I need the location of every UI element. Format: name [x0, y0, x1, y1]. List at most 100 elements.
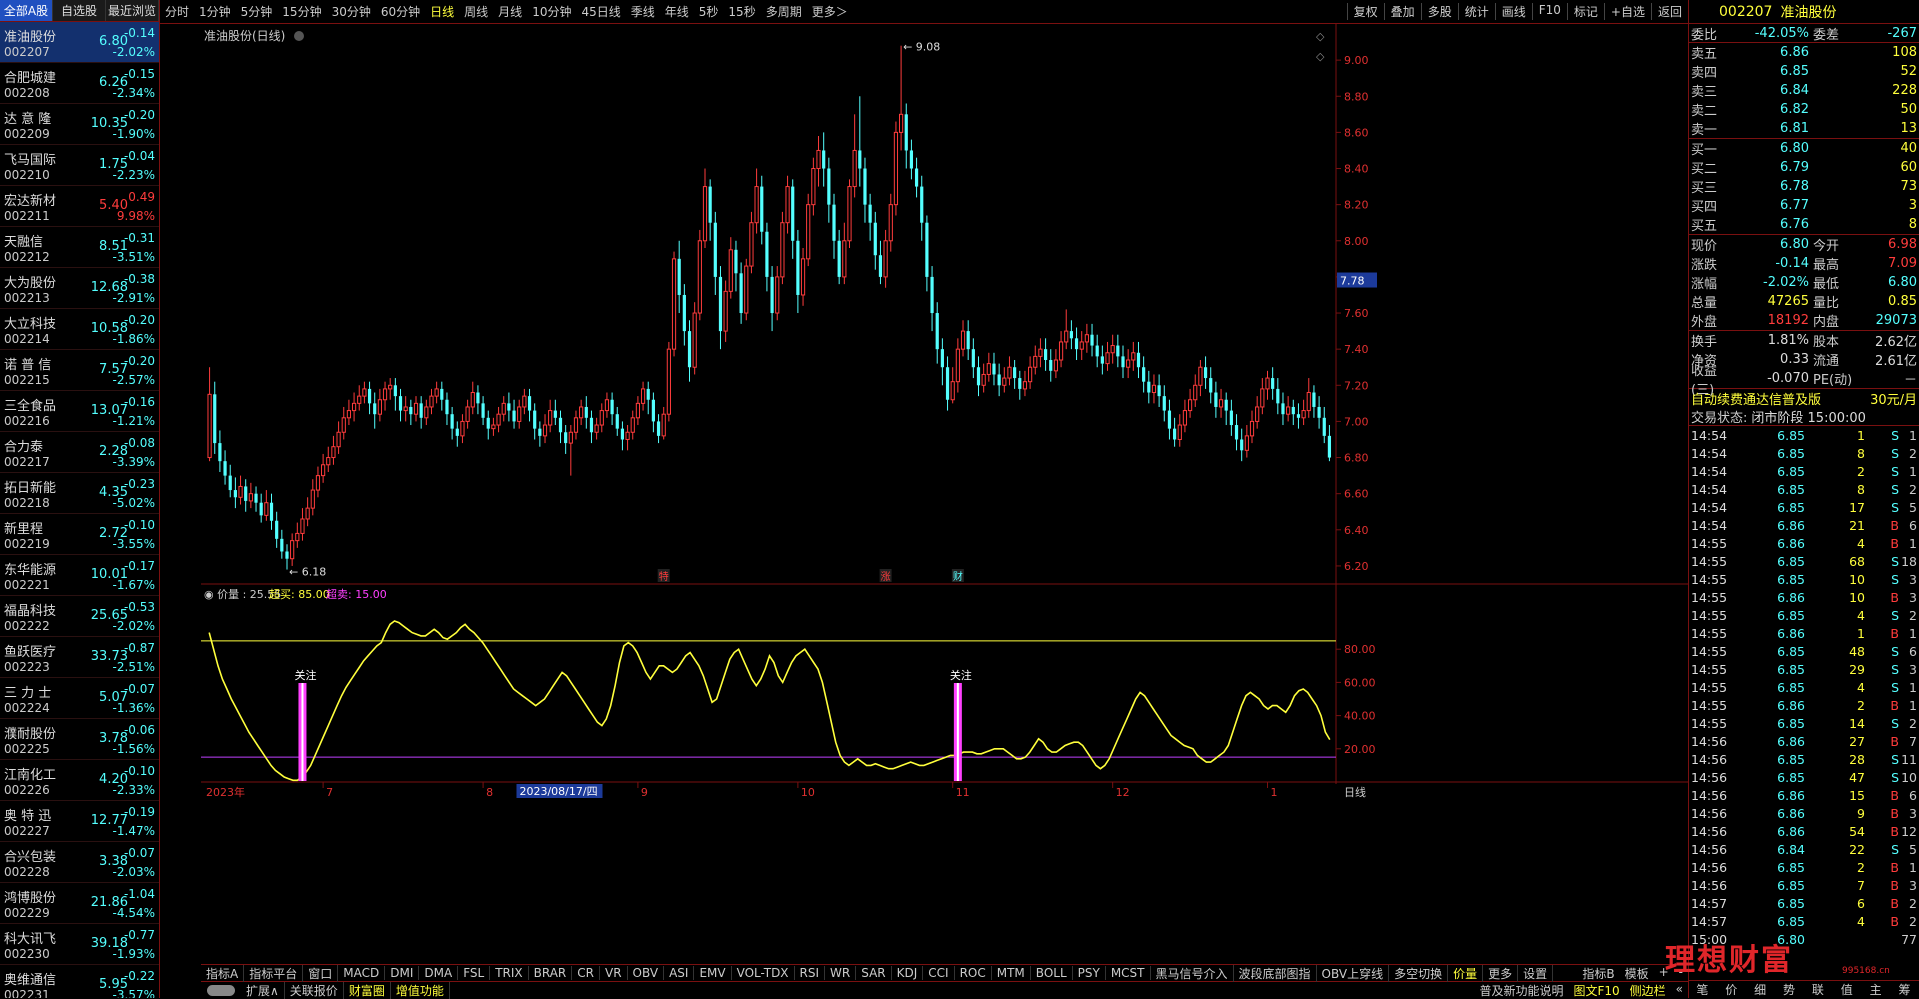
period-tab[interactable]: 5分钟 — [236, 3, 278, 20]
stock-row[interactable]: 诺 普 信 002215 7.57 -0.20 -2.57% — [0, 350, 159, 391]
quote-panel-tab[interactable]: 筹 — [1890, 981, 1919, 998]
stock-row[interactable]: 江南化工 002226 4.20 -0.10 -2.33% — [0, 760, 159, 801]
stock-row[interactable]: 飞马国际 002210 1.75 -0.04 -2.23% — [0, 145, 159, 186]
stock-row[interactable]: 鱼跃医疗 002223 33.73 -0.87 -2.51% — [0, 637, 159, 678]
stock-row[interactable]: 科大讯飞 002230 39.18 -0.77 -1.93% — [0, 924, 159, 965]
indicator-tab[interactable]: BRAR — [529, 966, 573, 980]
indicator-tab[interactable]: FSL — [458, 966, 491, 980]
extension-tab-right[interactable]: 侧边栏 — [1625, 982, 1671, 999]
ad-row[interactable]: 自动续费通达信普及版 30元/月 — [1689, 388, 1919, 408]
toolbar-button[interactable]: 统计 — [1457, 3, 1495, 20]
indicator-tab[interactable]: BOLL — [1031, 966, 1073, 980]
quote-panel-tab[interactable]: 联 — [1804, 981, 1833, 998]
indicator-tab[interactable]: ROC — [955, 966, 992, 980]
period-tab[interactable]: 季线 — [626, 3, 660, 20]
indicator-tab[interactable]: RSI — [795, 966, 826, 980]
extension-tab[interactable]: 关联报价 — [285, 981, 344, 999]
indicator-tab[interactable]: 更多 — [1483, 964, 1519, 982]
indicator-tab[interactable]: OBV — [628, 966, 665, 980]
stock-row[interactable]: 新里程 002219 2.72 -0.10 -3.55% — [0, 514, 159, 555]
stock-row[interactable]: 准油股份 002207 6.80 -0.14 -2.02% — [0, 22, 159, 63]
toolbar-button[interactable]: 叠加 — [1383, 3, 1421, 20]
kline-chart-svg[interactable]: 9.008.808.608.408.208.007.807.607.407.20… — [201, 24, 1688, 964]
stock-row[interactable]: 合兴包装 002228 3.38 -0.07 -2.03% — [0, 842, 159, 883]
stock-list-tab[interactable]: 最近浏览 — [106, 0, 159, 21]
stock-list-tab[interactable]: 自选股 — [53, 0, 106, 21]
stock-row[interactable]: 三 力 士 002224 5.07 -0.07 -1.36% — [0, 678, 159, 719]
indicator-tab[interactable]: KDJ — [892, 966, 924, 980]
period-tab[interactable]: 1分钟 — [194, 3, 236, 20]
toolbar-button[interactable]: 多股 — [1420, 3, 1458, 20]
indicator-tab[interactable]: CCI — [923, 966, 955, 980]
period-tab[interactable]: 周线 — [459, 3, 493, 20]
indicator-tab[interactable]: MCST — [1106, 966, 1151, 980]
period-tab[interactable]: 5秒 — [694, 3, 724, 20]
extension-tab[interactable]: 扩展∧ — [241, 981, 285, 999]
stock-row[interactable]: 大立科技 002214 10.58 -0.20 -1.86% — [0, 309, 159, 350]
indicator-tab-right[interactable]: 指标B — [1577, 965, 1619, 982]
period-tab[interactable]: 月线 — [493, 3, 527, 20]
toolbar-button[interactable]: 标记 — [1566, 3, 1604, 20]
period-tab[interactable]: 60分钟 — [376, 3, 425, 20]
quote-panel-tab[interactable]: 笔 — [1688, 981, 1717, 998]
toolbar-button[interactable]: 返回 — [1650, 3, 1688, 20]
stock-row[interactable]: 奥维通信 002231 5.95 -0.22 -3.57% — [0, 965, 159, 998]
indicator-tab[interactable]: ASI — [664, 966, 695, 980]
toolbar-button[interactable]: +自选 — [1603, 3, 1651, 20]
stock-row[interactable]: 合力泰 002217 2.28 -0.08 -3.39% — [0, 432, 159, 473]
indicator-tab[interactable]: 指标A — [201, 964, 245, 982]
indicator-tab[interactable]: VOL-TDX — [732, 966, 795, 980]
stock-row[interactable]: 合肥城建 002208 6.26 -0.15 -2.34% — [0, 63, 159, 104]
toolbar-button[interactable]: 复权 — [1346, 3, 1384, 20]
diamond-icon[interactable]: ◇ — [1316, 50, 1325, 63]
indicator-tab[interactable]: PSY — [1073, 966, 1106, 980]
extension-tab[interactable]: 增值功能 — [391, 981, 450, 999]
indicator-tab[interactable]: 多空切换 — [1389, 964, 1449, 982]
period-tab[interactable]: 多周期 — [761, 3, 807, 20]
period-tab[interactable]: 30分钟 — [327, 3, 376, 20]
indicator-tab[interactable]: 窗口 — [303, 964, 339, 982]
period-tab[interactable]: 年线 — [660, 3, 694, 20]
quote-panel-tab[interactable]: 价 — [1717, 981, 1746, 998]
chevron-down-icon[interactable] — [294, 31, 304, 41]
quote-panel-tab[interactable]: 主 — [1861, 981, 1890, 998]
stock-row[interactable]: 福晶科技 002222 25.65 -0.53 -2.02% — [0, 596, 159, 637]
stock-row[interactable]: 天融信 002212 8.51 -0.31 -3.51% — [0, 227, 159, 268]
stock-row[interactable]: 奥 特 迅 002227 12.77 -0.19 -1.47% — [0, 801, 159, 842]
period-tab[interactable]: 15秒 — [723, 3, 760, 20]
indicator-tab[interactable]: 指标平台 — [244, 964, 304, 982]
period-tab[interactable]: 10分钟 — [527, 3, 576, 20]
indicator-tab[interactable]: 黑马信号介入 — [1151, 964, 1234, 982]
indicator-tab[interactable]: OBV上穿线 — [1317, 964, 1390, 982]
indicator-tab[interactable]: WR — [825, 966, 857, 980]
stock-row[interactable]: 宏达新材 002211 5.40 0.49 9.98% — [0, 186, 159, 227]
extension-tab-right[interactable]: 图文F10 — [1568, 982, 1624, 999]
toolbar-button[interactable]: F10 — [1531, 3, 1567, 20]
indicator-tab[interactable]: MTM — [992, 966, 1031, 980]
indicator-tab-right[interactable]: 模板 — [1620, 965, 1654, 982]
period-tab[interactable]: 日线 — [425, 3, 459, 20]
quote-panel-tab[interactable]: 细 — [1746, 981, 1775, 998]
stock-row[interactable]: 濮耐股份 002225 3.78 -0.06 -1.56% — [0, 719, 159, 760]
quote-panel-tab[interactable]: 势 — [1775, 981, 1804, 998]
diamond-icon[interactable]: ◇ — [1316, 30, 1325, 43]
stock-row[interactable]: 大为股份 002213 12.68 -0.38 -2.91% — [0, 268, 159, 309]
period-tab[interactable]: 分时 — [160, 3, 194, 20]
stock-row[interactable]: 三全食品 002216 13.07 -0.16 -1.21% — [0, 391, 159, 432]
toggle-icon[interactable] — [207, 984, 235, 996]
indicator-tab[interactable]: EMV — [694, 966, 732, 980]
stock-row[interactable]: 达 意 隆 002209 10.35 -0.20 -1.90% — [0, 104, 159, 145]
stock-list-tab[interactable]: 全部A股 — [0, 0, 53, 21]
indicator-tab[interactable]: SAR — [856, 966, 892, 980]
extension-tab-right[interactable]: 普及新功能说明 — [1474, 982, 1568, 999]
indicator-tab[interactable]: CR — [572, 966, 600, 980]
indicator-tab[interactable]: 价量 — [1448, 964, 1484, 982]
toolbar-button[interactable]: 画线 — [1494, 3, 1532, 20]
extension-tab[interactable]: 财富圈 — [344, 981, 391, 999]
indicator-tab[interactable]: DMI — [385, 966, 420, 980]
stock-row[interactable]: 拓日新能 002218 4.35 -0.23 -5.02% — [0, 473, 159, 514]
indicator-tab[interactable]: 设置 — [1518, 964, 1554, 982]
period-tab[interactable]: 15分钟 — [277, 3, 326, 20]
quote-panel-tab[interactable]: 值 — [1832, 981, 1861, 998]
stock-row[interactable]: 东华能源 002221 10.01 -0.17 -1.67% — [0, 555, 159, 596]
